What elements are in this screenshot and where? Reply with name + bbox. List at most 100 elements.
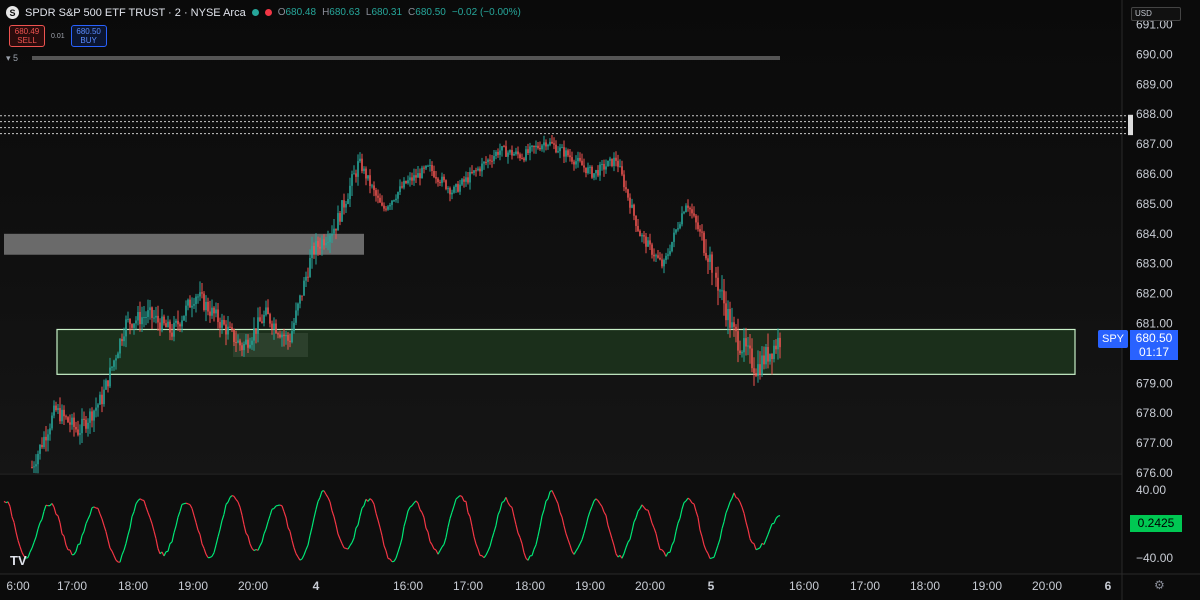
candle-body xyxy=(571,157,573,162)
candle-body xyxy=(403,180,405,188)
candle-body xyxy=(441,176,443,183)
candle-body xyxy=(537,145,539,148)
symbol-title[interactable]: SPDR S&P 500 ETF TRUST · 2 · NYSE Arca xyxy=(25,7,246,19)
candle-body xyxy=(229,326,231,328)
candle-body xyxy=(761,355,763,375)
candle-body xyxy=(587,167,589,174)
level-marker xyxy=(1128,114,1133,136)
candle-body xyxy=(515,151,517,154)
candle-body xyxy=(381,202,383,206)
candle-body xyxy=(517,151,519,155)
candle-body xyxy=(395,198,397,201)
y-tick-label: 686.00 xyxy=(1136,167,1173,181)
candle-body xyxy=(645,236,647,247)
candle-body xyxy=(529,146,531,154)
gear-icon[interactable]: ⚙ xyxy=(1154,578,1165,592)
candle-body xyxy=(565,150,567,157)
candle-body xyxy=(703,232,705,253)
candle-body xyxy=(691,209,693,214)
candle-body xyxy=(97,404,99,408)
candle-body xyxy=(267,307,269,315)
candle-body xyxy=(671,241,673,252)
candle-body xyxy=(223,319,225,325)
indicator-collapse-toggle[interactable]: ▾ 5 xyxy=(6,53,18,64)
candle-body xyxy=(397,192,399,199)
candle-body xyxy=(293,322,295,332)
x-tick-label: 18:00 xyxy=(910,579,940,593)
candle-body xyxy=(735,326,737,332)
candle-body xyxy=(721,290,723,292)
market-status-icon xyxy=(251,9,259,16)
candle-body xyxy=(85,419,87,429)
x-tick-label: 16:00 xyxy=(393,579,423,593)
candle-body xyxy=(419,173,421,179)
candle-body xyxy=(625,187,627,190)
candle-body xyxy=(619,166,621,168)
x-tick-label: 17:00 xyxy=(850,579,880,593)
x-tick-label: 18:00 xyxy=(515,579,545,593)
candle-body xyxy=(301,295,303,297)
candle-body xyxy=(113,360,115,367)
candle-body xyxy=(675,229,677,233)
candle-body xyxy=(525,149,527,161)
x-tick-label: 19:00 xyxy=(178,579,208,593)
candle-body xyxy=(757,364,759,377)
candle-body xyxy=(165,323,167,328)
candle-body xyxy=(605,166,607,170)
candle-body xyxy=(543,142,545,146)
candle-body xyxy=(287,335,289,341)
tradingview-logo[interactable]: TV xyxy=(10,553,27,568)
oscillator-value-tag: 0.2425 xyxy=(1130,515,1182,532)
price-chart[interactable]: 676.00677.00678.00679.00680.00681.00682.… xyxy=(0,0,1200,600)
buy-button[interactable]: 680.50 BUY xyxy=(70,25,107,47)
candle-body xyxy=(745,338,747,347)
candle-body xyxy=(651,244,653,255)
candle-body xyxy=(263,314,265,323)
candle-body xyxy=(771,353,773,360)
y-tick-label: 685.00 xyxy=(1136,197,1173,211)
candle-body xyxy=(253,328,255,341)
candle-body xyxy=(411,177,413,181)
y-tick-label: 678.00 xyxy=(1136,406,1173,420)
candle-body xyxy=(347,198,349,204)
candle-body xyxy=(775,345,777,350)
sell-button[interactable]: 680.49 SELL xyxy=(9,25,45,47)
x-tick-label: 18:00 xyxy=(118,579,148,593)
oscillator-segment xyxy=(275,504,279,507)
oscillator-segment xyxy=(231,495,235,497)
candle-body xyxy=(213,307,215,314)
currency-select[interactable]: USD xyxy=(1131,7,1181,21)
candle-body xyxy=(531,145,533,147)
candle-body xyxy=(193,304,195,306)
candle-body xyxy=(579,157,581,161)
candle-body xyxy=(209,311,211,316)
candle-body xyxy=(309,258,311,277)
candle-body xyxy=(729,308,731,328)
candle-body xyxy=(321,239,323,249)
candle-body xyxy=(163,316,165,324)
candle-body xyxy=(149,307,151,311)
candle-body xyxy=(461,179,463,185)
candle-body xyxy=(355,173,357,177)
candle-body xyxy=(173,322,175,337)
candle-body xyxy=(561,147,563,149)
candle-body xyxy=(189,299,191,308)
candle-body xyxy=(259,317,261,322)
candle-body xyxy=(487,159,489,163)
oscillator-segment xyxy=(711,556,715,559)
candle-body xyxy=(501,146,503,151)
candle-body xyxy=(307,276,309,278)
candle-body xyxy=(185,305,187,316)
candle-body xyxy=(749,345,751,349)
candle-body xyxy=(245,339,247,344)
candle-body xyxy=(233,329,235,342)
candle-body xyxy=(237,340,239,343)
candle-body xyxy=(737,331,739,351)
candle-body xyxy=(421,167,423,179)
candle-body xyxy=(451,192,453,195)
candle-body xyxy=(635,215,637,226)
candle-body xyxy=(359,158,361,162)
candle-body xyxy=(153,317,155,319)
candle-body xyxy=(265,307,267,315)
candle-body xyxy=(527,149,529,154)
